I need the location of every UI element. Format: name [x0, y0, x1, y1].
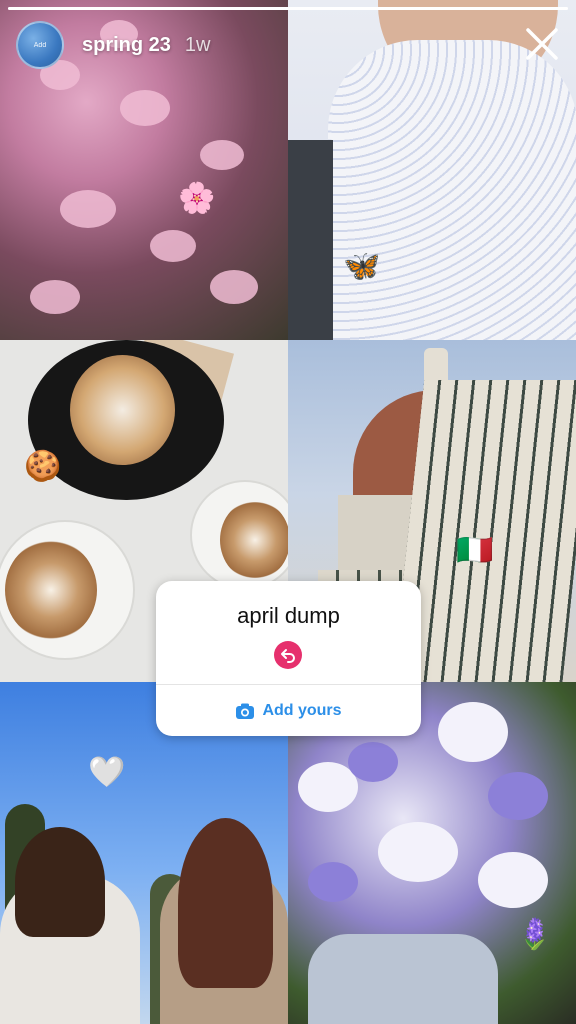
add-yours-button[interactable]: Add yours	[156, 685, 421, 736]
add-yours-sticker[interactable]: april dump Add yours	[156, 581, 421, 736]
white-heart-sticker: 🤍	[88, 756, 126, 789]
avatar-label: Add	[33, 41, 47, 49]
butterfly-sticker: 🦋	[343, 250, 381, 283]
add-yours-prompt: april dump	[237, 603, 340, 628]
camera-icon	[236, 703, 255, 719]
italy-flag-sticker: 🇮🇹	[456, 534, 494, 567]
cherry-blossom-sticker: 🌸	[178, 182, 216, 215]
hyacinth-sticker: 🪻	[516, 918, 554, 951]
add-yours-label: Add yours	[262, 701, 342, 719]
story-header: Add spring 23 1w	[16, 18, 211, 72]
cookie-sticker: 🍪	[24, 450, 62, 483]
story-viewer[interactable]: 🌸 🦋 🍪 🇮🇹 🤍 🪻 Add spring 23 1w april dump…	[0, 0, 576, 1024]
story-progress-bar	[8, 7, 568, 10]
story-progress-fill	[8, 7, 568, 10]
reply-arrow-icon[interactable]	[274, 641, 302, 669]
avatar[interactable]: Add	[16, 21, 64, 69]
close-icon	[526, 28, 558, 60]
story-timestamp: 1w	[184, 33, 211, 56]
close-button[interactable]	[520, 22, 564, 66]
username[interactable]: spring 23	[82, 34, 171, 57]
